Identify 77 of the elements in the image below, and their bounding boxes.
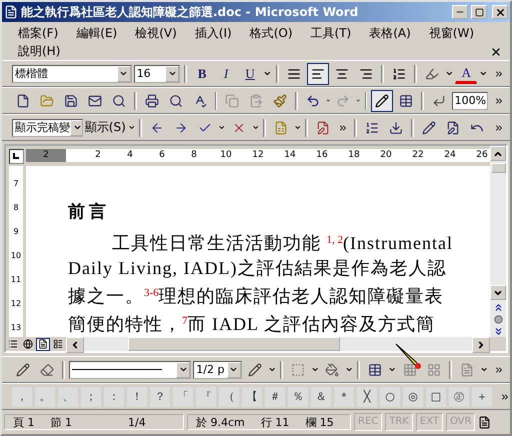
symbol-button[interactable]: ％ bbox=[288, 386, 308, 406]
menu-item[interactable]: 視窗(W) bbox=[428, 24, 474, 42]
ruler-number: 12 bbox=[10, 298, 22, 309]
symbol-button[interactable]: 【 bbox=[242, 386, 262, 406]
symbol-button[interactable]: 「 bbox=[173, 386, 193, 406]
menu-item[interactable]: 格式(O) bbox=[250, 24, 293, 42]
ruler-number: 4 bbox=[126, 149, 134, 162]
bold-button[interactable]: B bbox=[191, 62, 214, 84]
status-mode: REC bbox=[354, 413, 382, 431]
symbol-button[interactable]: 、 bbox=[58, 386, 78, 406]
status-mode: EXT bbox=[416, 413, 443, 431]
symbol-button[interactable]: ， bbox=[12, 386, 32, 406]
font-color-button[interactable]: A bbox=[455, 64, 478, 84]
status-text: 1/4 bbox=[128, 416, 146, 428]
italic-button[interactable]: I bbox=[215, 62, 238, 84]
ruler-number: 18 bbox=[347, 149, 361, 162]
ruler-number: 24 bbox=[443, 149, 457, 162]
ruler-number: 22 bbox=[411, 149, 425, 162]
menu-item[interactable]: 插入(I) bbox=[194, 24, 232, 42]
status-text: 頁 1 bbox=[13, 414, 34, 430]
ruler-number: 10 bbox=[219, 149, 233, 162]
show-menu[interactable]: 顯示(S) bbox=[84, 119, 126, 136]
body-text: Daily Living, IADL)之評估結果是作為老人認 bbox=[68, 257, 446, 280]
menu-item[interactable]: 檔案(F) bbox=[18, 24, 58, 42]
status-text: 欄 15 bbox=[305, 414, 334, 430]
menu-item[interactable]: 工具(T) bbox=[310, 24, 352, 42]
ruler-number: 20 bbox=[379, 149, 393, 162]
ruler-number: 12 bbox=[251, 149, 265, 162]
menu-item[interactable]: 編輯(E) bbox=[76, 24, 118, 42]
ruler-number: 16 bbox=[315, 149, 329, 162]
line-weight-field[interactable]: 1/2 p bbox=[193, 360, 242, 378]
symbol-button[interactable]: ： bbox=[104, 386, 124, 406]
underline-button[interactable]: U bbox=[239, 62, 262, 84]
ruler-number: 9 bbox=[13, 226, 19, 237]
ruler-number: 6 bbox=[158, 149, 166, 162]
symbol-button[interactable]: ◎ bbox=[403, 386, 423, 406]
symbol-button[interactable]: □ bbox=[426, 386, 446, 406]
ruler-number: 11 bbox=[10, 274, 22, 285]
window-title: 能之執行爲社區老人認知障礙之篩選.doc - Microsoft Word bbox=[21, 4, 360, 20]
ruler-number: 2 bbox=[94, 149, 102, 162]
ruler-number: 7 bbox=[13, 178, 19, 189]
body-text: 簡便的特性，$^{7}$而 IADL 之評估內容及方式簡 bbox=[68, 313, 435, 336]
display-mode-field[interactable]: 顯示完稿變 bbox=[12, 118, 83, 136]
symbol-button[interactable]: ； bbox=[81, 386, 101, 406]
body-text: 據之一。$^{3-6}$理想的臨床評估老人認知障礙量表 bbox=[68, 285, 444, 308]
symbol-button[interactable]: ○ bbox=[380, 386, 400, 406]
menu-item[interactable]: 說明(H) bbox=[18, 42, 60, 60]
zoom-field[interactable]: 100% bbox=[452, 92, 488, 110]
status-mode: TRK bbox=[385, 413, 413, 431]
symbol-button[interactable]: 。 bbox=[35, 386, 55, 406]
symbol-button[interactable]: ＆ bbox=[311, 386, 331, 406]
status-mode: OVR bbox=[446, 413, 476, 431]
symbol-button[interactable]: ＋ bbox=[472, 386, 492, 406]
ruler-number: 8 bbox=[13, 202, 19, 213]
symbol-button[interactable]: ╳ bbox=[357, 386, 377, 406]
ruler-number: 14 bbox=[283, 149, 297, 162]
menu-item[interactable]: 檢視(V) bbox=[135, 24, 177, 42]
symbol-button[interactable]: ㊣ bbox=[449, 386, 469, 406]
symbol-button[interactable]: ＊ bbox=[334, 386, 354, 406]
section-heading: 前言 bbox=[68, 201, 110, 223]
symbol-button[interactable]: ＃ bbox=[265, 386, 285, 406]
font-field[interactable]: 標楷體 bbox=[12, 64, 132, 82]
symbol-button[interactable]: 『 bbox=[196, 386, 216, 406]
menu-item[interactable]: 表格(A) bbox=[369, 24, 411, 42]
font-size-field[interactable]: 16 bbox=[134, 64, 180, 82]
status-text: 行 11 bbox=[260, 414, 290, 430]
ruler-number: 10 bbox=[10, 250, 22, 261]
ruler-number: 26 bbox=[475, 149, 489, 162]
ruler-number: 8 bbox=[190, 149, 198, 162]
status-text: 於 9.4cm bbox=[196, 414, 245, 430]
body-text: 工具性日常生活活動功能 $^{1, 2}$(Instrumental bbox=[111, 232, 453, 255]
ruler-number: 2 bbox=[42, 149, 50, 162]
symbol-button[interactable]: ？ bbox=[150, 386, 170, 406]
status-text: 節 1 bbox=[50, 414, 72, 430]
ruler-number: 13 bbox=[10, 322, 22, 333]
symbol-button[interactable]: （ bbox=[219, 386, 239, 406]
symbol-button[interactable]: ！ bbox=[127, 386, 147, 406]
